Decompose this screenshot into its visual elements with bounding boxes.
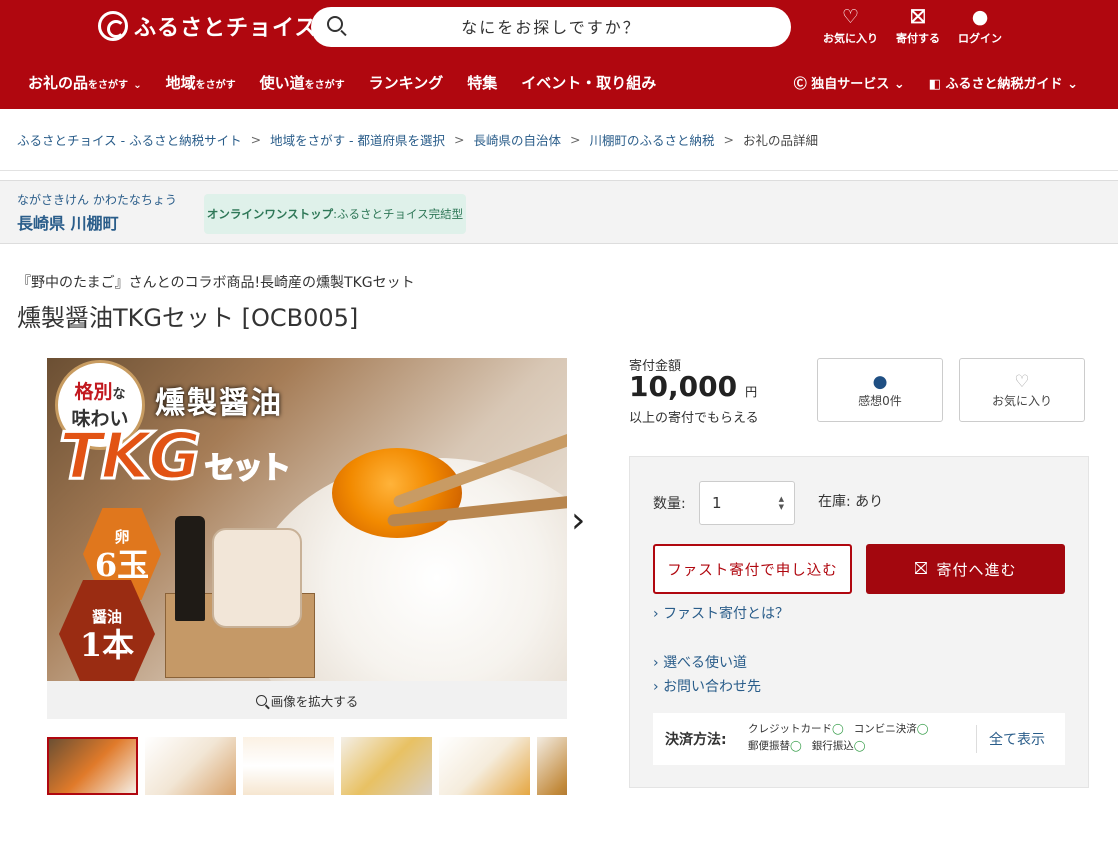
zoom-label: 画像を拡大する	[270, 693, 359, 709]
favorites-label: お気に入り	[823, 32, 878, 45]
image-tkg: TKG セット	[58, 419, 292, 496]
proceed-donate-button[interactable]: ⛝ 寄付へ進む	[866, 544, 1065, 594]
nav-original-services[interactable]: Ⓒ 独自サービス ⌄	[794, 73, 905, 92]
show-all-payment-link[interactable]: 全て表示	[989, 729, 1045, 749]
donation-amount: 10,000 円	[629, 370, 758, 403]
thumbnail-strip	[47, 737, 567, 795]
thumbnail[interactable]	[439, 737, 530, 795]
search-icon	[255, 694, 267, 706]
thumbnail[interactable]	[47, 737, 138, 795]
donate-icon: ⛝	[914, 559, 929, 579]
chevron-down-icon: ⌄	[893, 76, 905, 92]
reviews-button[interactable]: ● 感想0件	[817, 358, 943, 422]
next-image-arrow-icon[interactable]: ›	[571, 500, 585, 541]
fast-donate-info-link[interactable]: › ファスト寄付とは？	[653, 603, 789, 623]
nav-tax-guide[interactable]: ◧ ふるさと納税ガイド ⌄	[929, 73, 1078, 92]
favorite-button[interactable]: ♡ お気に入り	[959, 358, 1085, 422]
search-bar	[311, 7, 791, 47]
nav-region[interactable]: 地域をさがす	[166, 72, 236, 93]
header-actions: ♡ お気に入り ⛝ 寄付する ● ログイン	[823, 6, 1002, 46]
logo-text: ふるさとチョイス	[134, 16, 318, 41]
nav-events[interactable]: イベント・取り組み	[521, 72, 656, 93]
nav-feature[interactable]: 特集	[467, 72, 497, 93]
breadcrumb-prefecture[interactable]: 長崎県の自治体	[474, 130, 562, 149]
nav-ranking[interactable]: ランキング	[369, 72, 444, 93]
thumbnail[interactable]	[341, 737, 432, 795]
favorites-link[interactable]: ♡ お気に入り	[823, 6, 878, 46]
municipality-kana: ながさきけん かわたなちょう	[17, 193, 177, 207]
product-subtitle: 『野中のたまご』さんとのコラボ商品!長崎産の燻製TKGセット	[17, 275, 415, 291]
search-icon[interactable]	[327, 16, 343, 32]
product-title: 燻製醤油TKGセット [OCB005]	[17, 304, 359, 332]
heart-icon: ♡	[841, 6, 860, 28]
breadcrumb-current: お礼の品詳細	[743, 133, 819, 148]
product-main-image[interactable]: 格別な 味わい 燻製醤油 TKG セット 卵 6玉 醤油 1本	[47, 358, 567, 681]
breadcrumb: ふるさとチョイス - ふるさと納税サイト > 地域をさがす - 都道府県を選択 > …	[0, 109, 1118, 171]
municipality-band: ながさきけん かわたなちょう 長崎県 川棚町 オンラインワンストップ:ふるさとチ…	[0, 180, 1118, 244]
breadcrumb-region[interactable]: 地域をさがす - 都道府県を選択	[270, 130, 445, 149]
guide-book-icon: ◧	[928, 76, 942, 92]
usage-link[interactable]: › 選べる使い道	[653, 652, 747, 672]
price-note: 以上の寄付でもらえる	[629, 411, 759, 426]
fast-donate-button[interactable]: ファスト寄付で申し込む	[653, 544, 852, 594]
municipality-name[interactable]: 長崎県 川棚町	[17, 210, 119, 234]
zoom-image-button[interactable]: 画像を拡大する	[47, 681, 567, 719]
donate-icon: ⛝	[910, 6, 926, 28]
choice-logo-icon: Ⓒ	[793, 76, 807, 92]
payment-method-list: クレジットカード◯ コンビニ決済◯ 郵便振替◯ 銀行振込◯	[748, 723, 929, 752]
stock-status: 在庫: あり	[818, 494, 884, 510]
choice-logo-icon	[98, 11, 128, 41]
payment-methods: 決済方法: クレジットカード◯ コンビニ決済◯ 郵便振替◯ 銀行振込◯ 全て表示	[653, 713, 1065, 765]
thumbnail[interactable]	[145, 737, 236, 795]
donate-label: 寄付する	[896, 32, 940, 45]
chevron-down-icon: ⌄	[1067, 76, 1078, 92]
login-link[interactable]: ● ログイン	[958, 6, 1002, 46]
comment-icon: ●	[872, 371, 888, 392]
search-input[interactable]	[311, 7, 791, 47]
site-header: ふるさとチョイス ♡ お気に入り ⛝ 寄付する ● ログイン お礼の品をさがす …	[0, 0, 1118, 109]
thumbnail[interactable]	[537, 737, 567, 795]
nav-usage[interactable]: 使い道をさがす	[260, 72, 345, 93]
quantity-label: 数量:	[653, 496, 686, 512]
chevron-down-icon: ⌄	[133, 79, 142, 91]
breadcrumb-municipality[interactable]: 川棚町のふるさと納税	[590, 130, 715, 149]
payment-label: 決済方法:	[665, 732, 727, 748]
quantity-stepper[interactable]: 1 ▲ ▼	[699, 481, 795, 525]
onestop-badge: オンラインワンストップ:ふるさとチョイス完結型	[204, 194, 466, 234]
login-label: ログイン	[958, 32, 1002, 45]
heart-icon: ♡	[1014, 371, 1030, 392]
donation-panel: 数量: 1 ▲ ▼ 在庫: あり ファスト寄付で申し込む ⛝ 寄付へ進む › ファ…	[629, 456, 1089, 788]
breadcrumb-top[interactable]: ふるさとチョイス - ふるさと納税サイト	[17, 130, 242, 149]
donate-link[interactable]: ⛝ 寄付する	[896, 6, 940, 46]
contact-link[interactable]: › お問い合わせ先	[653, 676, 761, 696]
main-nav: お礼の品をさがす ⌄ 地域をさがす 使い道をさがす ランキング 特集 イベント・…	[0, 64, 1118, 100]
image-heading: 燻製醤油	[155, 386, 283, 421]
user-icon: ●	[971, 6, 989, 28]
site-logo[interactable]: ふるさとチョイス	[98, 10, 317, 42]
stepper-arrows-icon[interactable]: ▲ ▼	[779, 495, 784, 511]
nav-gifts[interactable]: お礼の品をさがす ⌄	[28, 72, 142, 93]
thumbnail[interactable]	[243, 737, 334, 795]
